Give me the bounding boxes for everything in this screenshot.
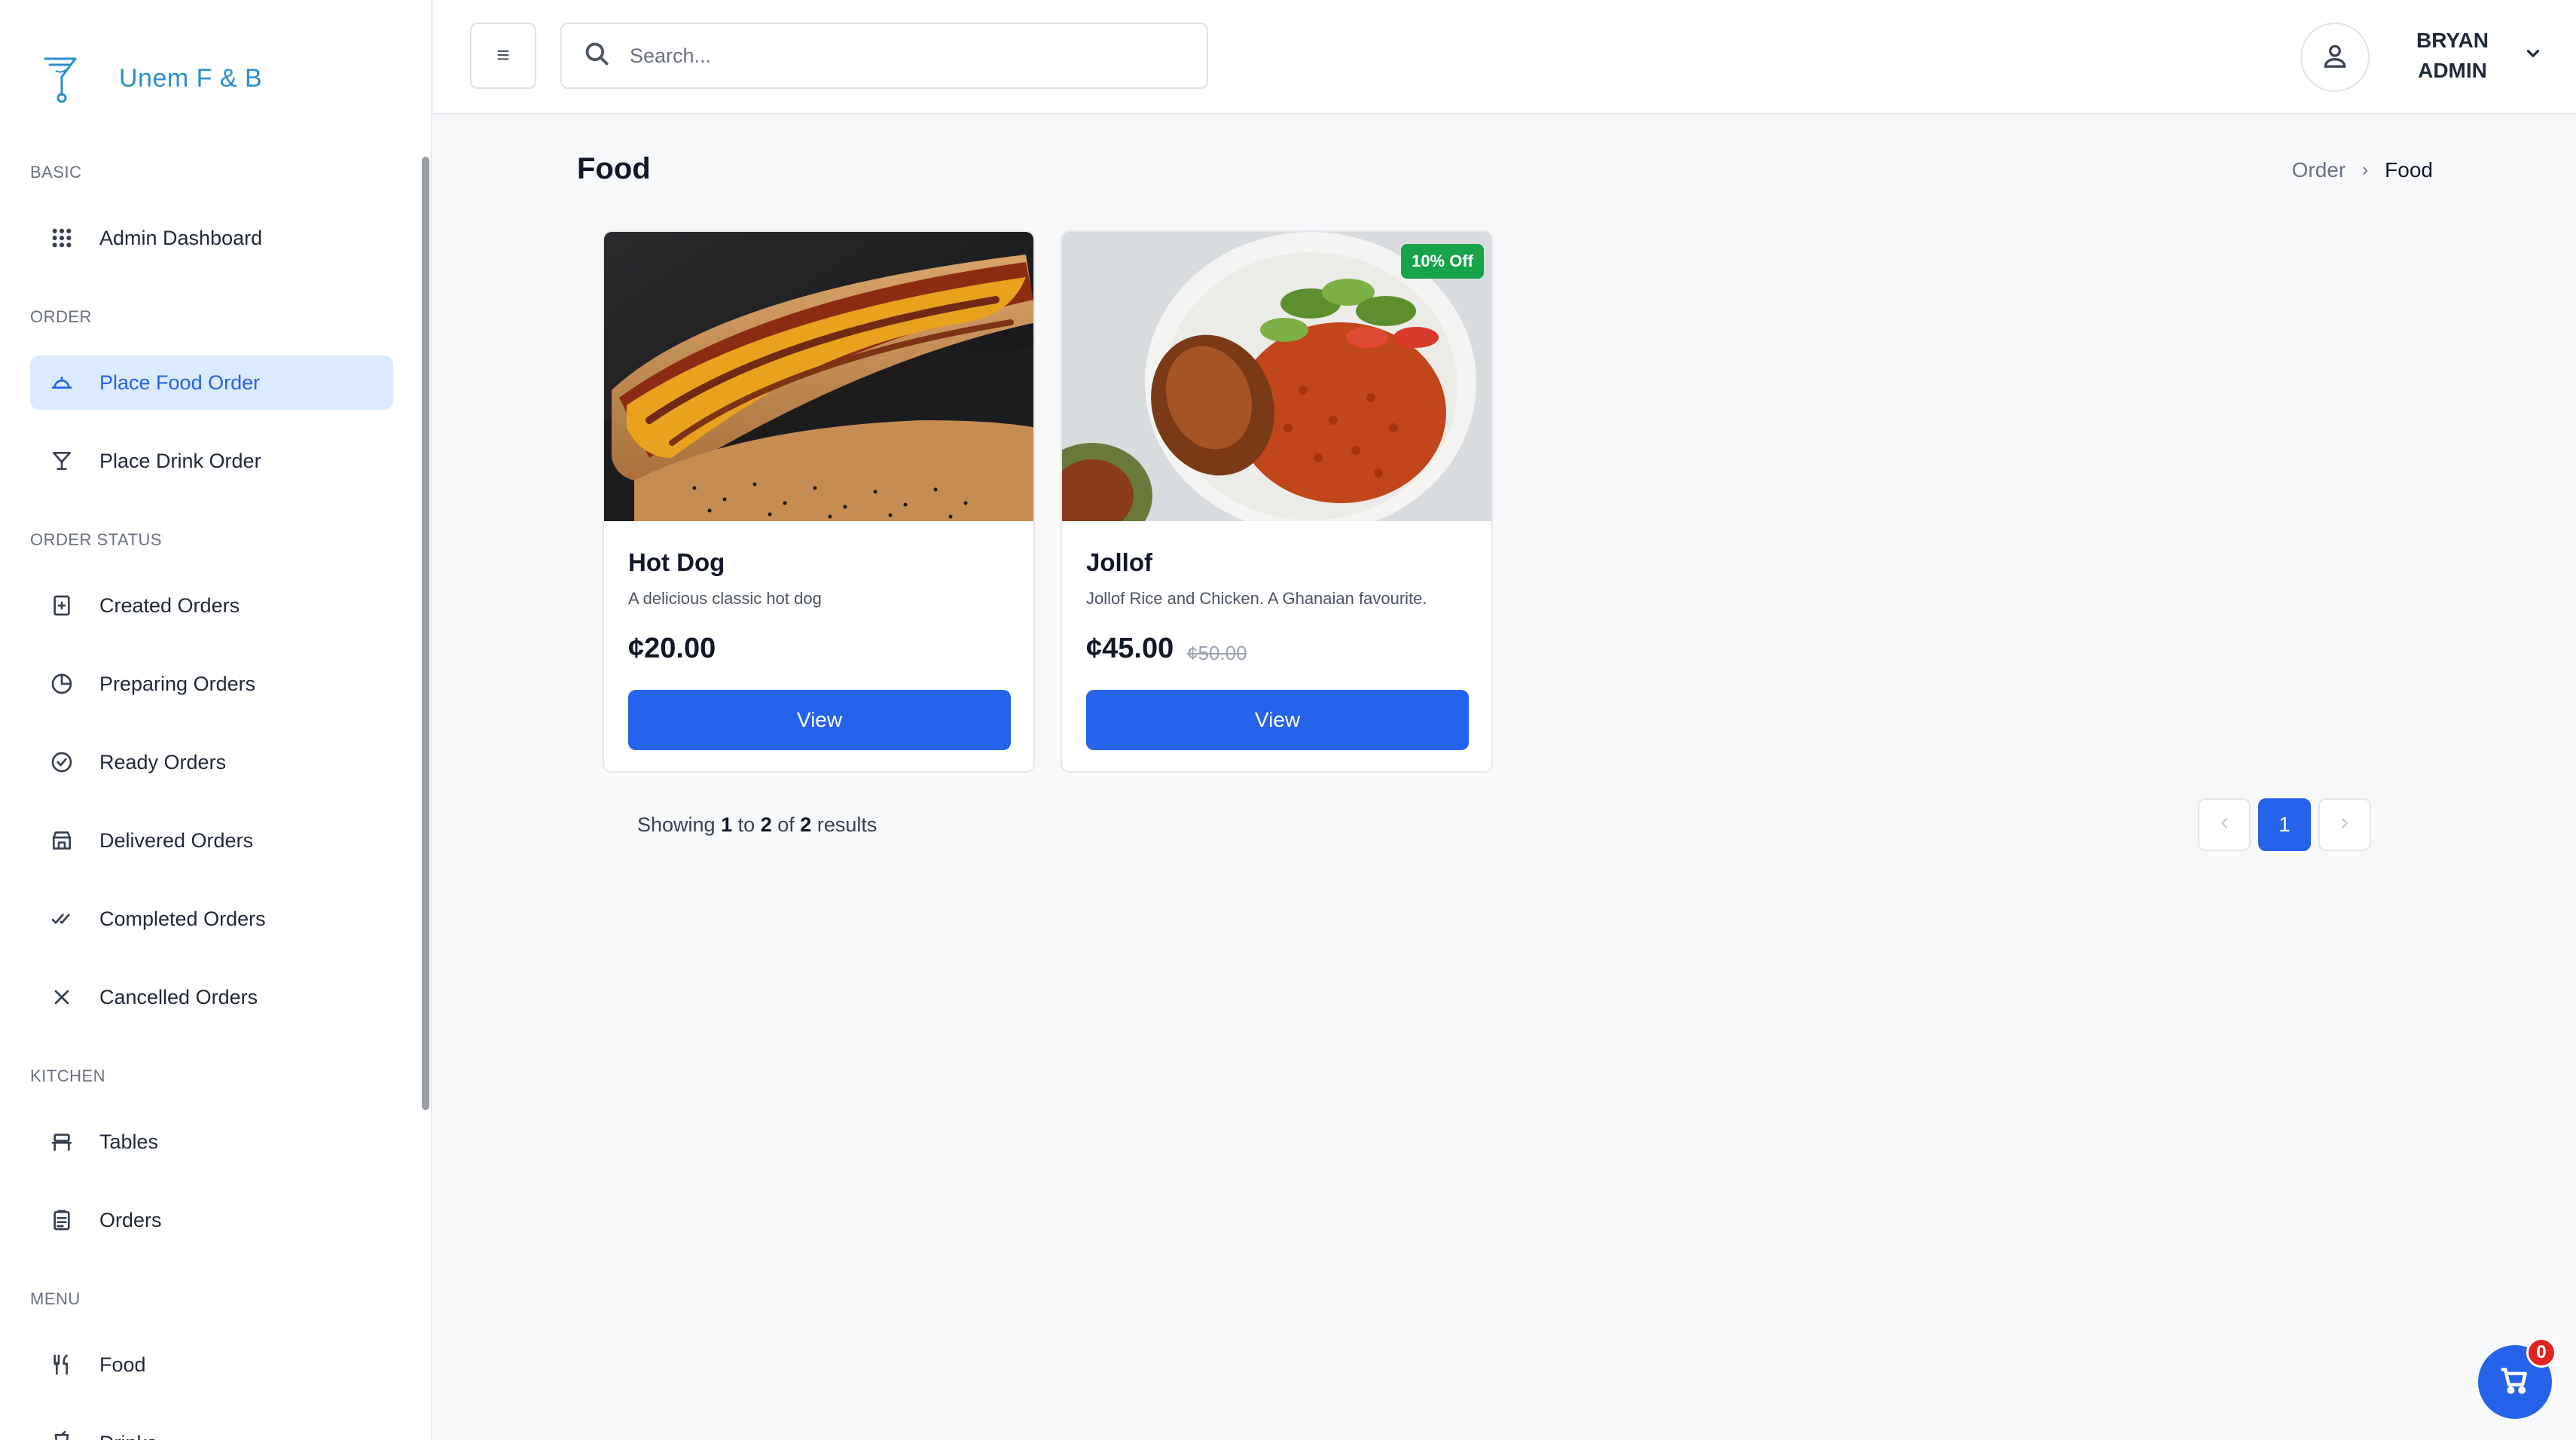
results-to-word: to <box>737 813 755 836</box>
drink-icon <box>48 1429 75 1440</box>
cocktail-icon <box>48 447 75 474</box>
sidebar-item-label: Delivered Orders <box>99 828 254 852</box>
sidebar-item-admin-dashboard[interactable]: Admin Dashboard <box>30 211 393 265</box>
results-of-word: of <box>777 813 795 836</box>
product-image-hot-dog <box>604 232 1033 521</box>
chevron-down-icon[interactable] <box>2523 44 2543 63</box>
results-prefix: Showing <box>637 813 716 836</box>
double-check-icon <box>48 905 75 932</box>
user-role: ADMIN <box>2418 59 2487 82</box>
sidebar-item-label: Drinks <box>99 1432 157 1440</box>
product-description: A delicious classic hot dog <box>628 589 822 608</box>
search-icon <box>583 40 612 72</box>
section-label-menu: MENU <box>30 1289 81 1308</box>
results-from: 1 <box>721 813 733 836</box>
breadcrumb: Order › Food <box>2292 158 2433 182</box>
pagination-prev-button[interactable] <box>2198 798 2251 851</box>
product-card: 10% Off Jollof Jollof Rice and Chicken. … <box>1061 230 1493 773</box>
user-icon <box>2321 41 2349 74</box>
table-icon <box>48 1128 75 1155</box>
brand-name: Unem F & B <box>119 63 263 93</box>
sidebar-item-label: Admin Dashboard <box>99 226 263 249</box>
sidebar-item-place-drink-order[interactable]: Place Drink Order <box>30 434 393 488</box>
section-label-kitchen: KITCHEN <box>30 1066 106 1085</box>
chevron-right-icon: › <box>2362 160 2369 180</box>
sidebar-item-food[interactable]: Food <box>30 1338 393 1392</box>
sidebar-item-delivered-orders[interactable]: Delivered Orders <box>30 813 393 868</box>
cart-count-badge: 0 <box>2526 1338 2556 1368</box>
hamburger-icon: ≡ <box>496 43 510 68</box>
grid-dots-icon <box>48 224 75 252</box>
product-old-price: ¢50.00 <box>1187 642 1247 664</box>
sidebar-item-label: Completed Orders <box>99 907 266 930</box>
section-label-basic: BASIC <box>30 163 82 182</box>
cloche-icon <box>48 369 75 396</box>
sidebar-item-label: Tables <box>99 1130 159 1153</box>
view-button[interactable]: View <box>1086 690 1469 750</box>
shopping-cart-icon <box>2498 1364 2532 1401</box>
breadcrumb-order-link[interactable]: Order <box>2292 158 2346 182</box>
product-description: Jollof Rice and Chicken. A Ghanaian favo… <box>1086 589 1427 608</box>
pagination-page-button[interactable]: 1 <box>2258 798 2311 851</box>
x-icon <box>48 984 75 1011</box>
sidebar-item-place-food-order[interactable]: Place Food Order <box>30 355 393 410</box>
page-title: Food <box>577 152 651 185</box>
view-button[interactable]: View <box>628 690 1011 750</box>
discount-badge: 10% Off <box>1401 244 1484 279</box>
sidebar-item-label: Food <box>99 1353 146 1376</box>
breadcrumb-current: Food <box>2385 158 2433 182</box>
product-name: Hot Dog <box>628 548 725 576</box>
sidebar: Unem F & B BASIC Admin Dashboard ORDER P… <box>0 0 432 1440</box>
sidebar-item-label: Place Drink Order <box>99 449 261 472</box>
results-to: 2 <box>760 813 772 836</box>
plus-square-icon <box>48 592 75 619</box>
check-circle-icon <box>48 749 75 776</box>
sidebar-item-label: Ready Orders <box>99 750 227 773</box>
sidebar-item-completed-orders[interactable]: Completed Orders <box>30 892 393 946</box>
avatar[interactable] <box>2300 23 2370 92</box>
brand[interactable]: Unem F & B <box>39 51 262 105</box>
results-total: 2 <box>800 813 812 836</box>
sidebar-item-label: Orders <box>99 1208 162 1231</box>
sidebar-item-ready-orders[interactable]: Ready Orders <box>30 735 393 789</box>
sidebar-item-preparing-orders[interactable]: Preparing Orders <box>30 657 393 711</box>
sidebar-item-created-orders[interactable]: Created Orders <box>30 578 393 633</box>
sidebar-item-label: Preparing Orders <box>99 672 256 695</box>
fork-knife-icon <box>48 1351 75 1378</box>
sidebar-item-label: Place Food Order <box>99 371 261 394</box>
section-label-order: ORDER <box>30 307 92 326</box>
store-icon <box>48 827 75 854</box>
sidebar-item-label: Created Orders <box>99 593 240 617</box>
product-image-jollof: 10% Off <box>1062 232 1491 521</box>
product-name: Jollof <box>1086 548 1152 576</box>
sidebar-item-orders[interactable]: Orders <box>30 1193 393 1247</box>
cocktail-glass-icon <box>39 51 81 105</box>
section-label-order-status: ORDER STATUS <box>30 530 163 549</box>
pie-clock-icon <box>48 670 75 697</box>
top-header: ≡ BRYAN ADMIN <box>434 0 2576 114</box>
sidebar-item-cancelled-orders[interactable]: Cancelled Orders <box>30 970 393 1024</box>
product-price: ¢45.00 <box>1086 633 1174 664</box>
clipboard-icon <box>48 1207 75 1234</box>
menu-toggle-button[interactable]: ≡ <box>470 23 536 89</box>
user-menu[interactable]: BRYAN ADMIN <box>2407 26 2498 86</box>
pagination-next-button[interactable] <box>2318 798 2371 851</box>
sidebar-item-tables[interactable]: Tables <box>30 1115 393 1169</box>
search-bar <box>560 23 1208 89</box>
product-card: Hot Dog A delicious classic hot dog ¢20.… <box>603 230 1035 773</box>
sidebar-scrollbar[interactable] <box>422 157 429 1110</box>
user-first-name: BRYAN <box>2416 29 2489 52</box>
sidebar-item-label: Cancelled Orders <box>99 985 258 1008</box>
search-input[interactable] <box>630 44 1172 68</box>
results-summary: Showing 1 to 2 of 2 results <box>637 813 877 837</box>
sidebar-item-drinks[interactable]: Drinks <box>30 1416 393 1440</box>
chevron-right-icon <box>2336 815 2353 835</box>
product-price: ¢20.00 <box>628 633 716 664</box>
results-suffix: results <box>816 813 877 836</box>
chevron-left-icon <box>2216 815 2233 835</box>
